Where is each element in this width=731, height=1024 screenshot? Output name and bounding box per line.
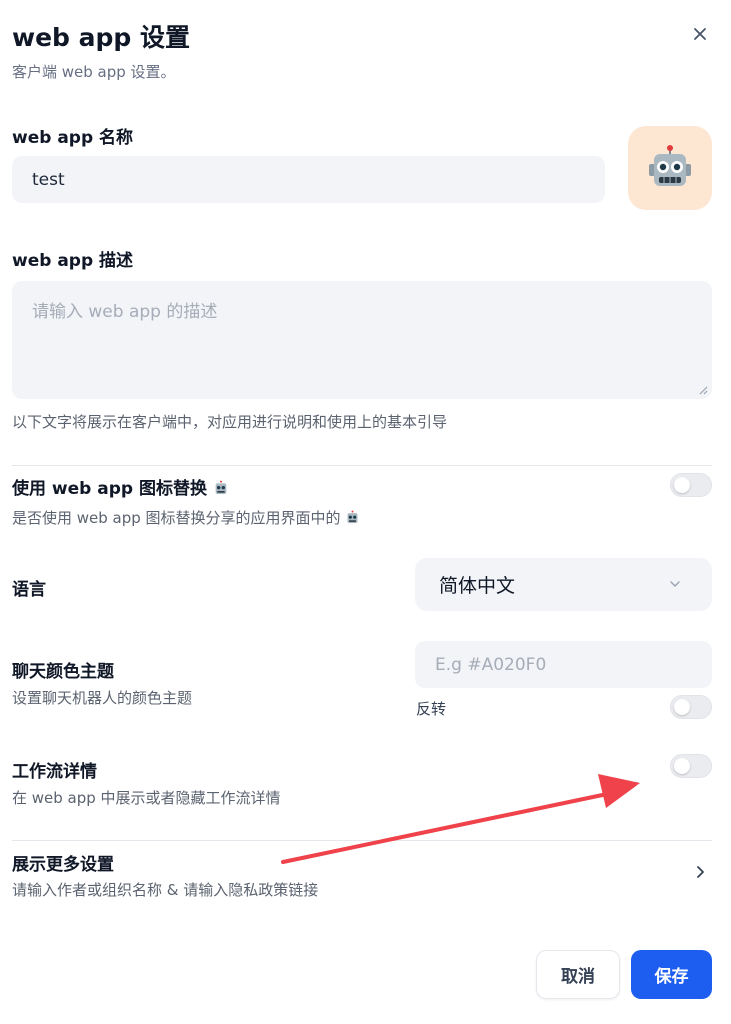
save-button[interactable]: 保存 [631, 950, 712, 999]
cancel-button[interactable]: 取消 [536, 950, 620, 999]
name-label: web app 名称 [12, 128, 134, 148]
chat-color-placeholder: E.g #A020F0 [435, 654, 547, 675]
workflow-details-hint: 在 web app 中展示或者隐藏工作流详情 [12, 789, 281, 807]
description-textarea[interactable]: 请输入 web app 的描述 [12, 281, 712, 399]
chevron-down-icon [670, 581, 680, 587]
close-icon[interactable] [688, 22, 712, 46]
more-settings-hint: 请输入作者或组织名称 & 请输入隐私政策链接 [12, 881, 319, 899]
description-hint: 以下文字将展示在客户端中，对应用进行说明和使用上的基本引导 [12, 413, 448, 431]
dialog-title: web app 设置 [12, 23, 191, 52]
chat-color-hint: 设置聊天机器人的颜色主题 [12, 689, 193, 707]
robot-face-icon [347, 510, 358, 524]
invert-label: 反转 [416, 700, 447, 718]
language-select[interactable]: 简体中文 [415, 558, 712, 611]
divider [12, 465, 712, 466]
description-placeholder: 请输入 web app 的描述 [32, 302, 218, 322]
invert-toggle[interactable] [670, 695, 712, 719]
dialog-subtitle: 客户端 web app 设置。 [12, 63, 176, 81]
robot-face-icon [215, 480, 227, 494]
use-icon-hint: 是否使用 web app 图标替换分享的应用界面中的 [12, 507, 360, 528]
chevron-right-icon[interactable] [693, 864, 707, 880]
chat-color-label: 聊天颜色主题 [12, 662, 114, 682]
more-settings-label[interactable]: 展示更多设置 [12, 850, 114, 875]
workflow-details-toggle[interactable] [670, 754, 712, 778]
chat-color-input[interactable]: E.g #A020F0 [415, 641, 712, 688]
resize-handle-icon[interactable] [698, 385, 708, 395]
name-input-value: test [32, 169, 65, 190]
robot-face-icon [649, 145, 691, 186]
app-icon-picker[interactable] [628, 126, 712, 210]
use-icon-toggle[interactable] [670, 473, 712, 497]
language-label: 语言 [12, 580, 46, 600]
workflow-details-label: 工作流详情 [12, 762, 97, 782]
language-selected-value: 简体中文 [439, 575, 516, 597]
use-icon-label: 使用 web app 图标替换 [12, 474, 229, 499]
description-label: web app 描述 [12, 251, 134, 271]
divider [12, 840, 712, 841]
name-input[interactable]: test [12, 156, 605, 203]
